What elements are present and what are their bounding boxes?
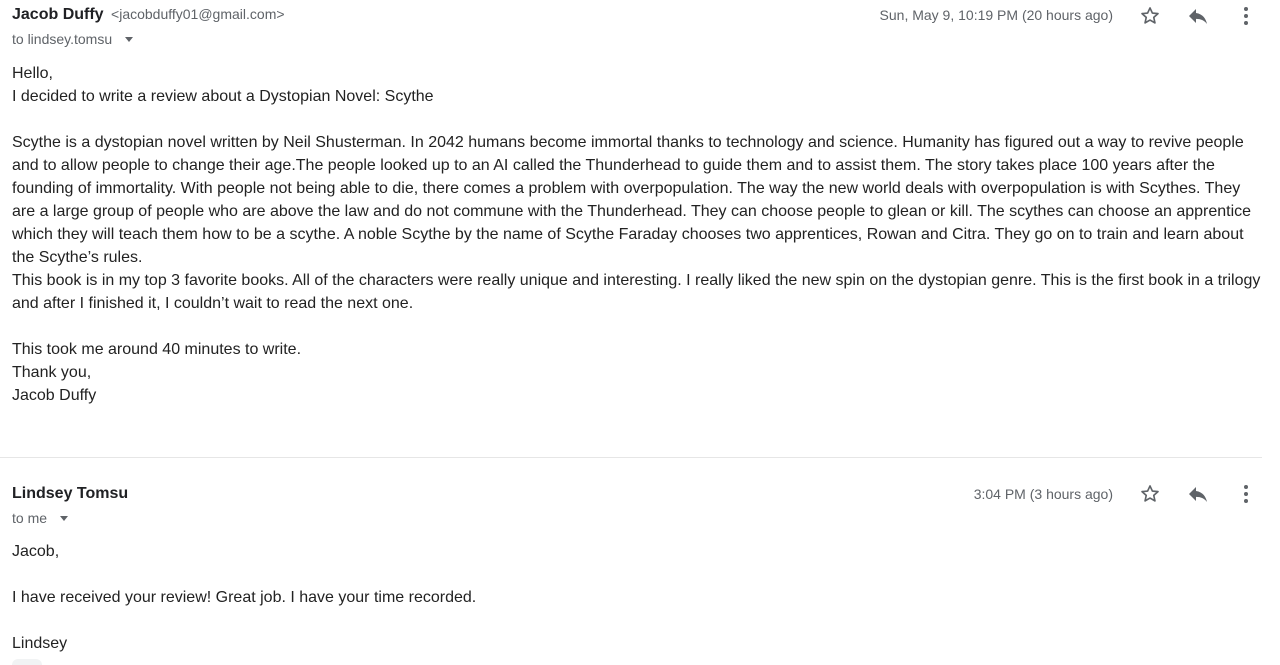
recipient-label: to me xyxy=(12,510,48,526)
message-date: Sun, May 9, 10:19 PM (20 hours ago) xyxy=(879,7,1113,23)
body-paragraph: This book is in my top 3 favorite books.… xyxy=(12,272,1261,312)
recipient-details-toggle[interactable]: to me xyxy=(12,510,68,526)
more-options-button[interactable] xyxy=(1232,480,1260,508)
sender-email: <jacobduffy01@gmail.com> xyxy=(111,6,285,22)
more-vert-icon xyxy=(1244,7,1248,25)
body-line: Thank you, xyxy=(12,364,92,381)
message-date: 3:04 PM (3 hours ago) xyxy=(973,486,1113,502)
star-button[interactable] xyxy=(1136,2,1164,30)
message-lindsey-tomsu: Lindsey Tomsu to me 3:04 PM (3 hours ago… xyxy=(0,480,1280,665)
sender-line: Jacob Duffy <jacobduffy01@gmail.com> xyxy=(12,6,285,24)
show-trimmed-content-button[interactable] xyxy=(12,659,42,665)
message-body: Jacob, I have received your review! Grea… xyxy=(12,540,1267,655)
body-line: Jacob, xyxy=(12,543,60,560)
message-jacob-duffy: Jacob Duffy <jacobduffy01@gmail.com> to … xyxy=(0,0,1280,458)
sender-name[interactable]: Jacob Duffy xyxy=(12,6,104,23)
body-line: This took me around 40 minutes to write. xyxy=(12,341,302,358)
signature: Lindsey xyxy=(12,635,68,652)
message-body: Hello, I decided to write a review about… xyxy=(12,62,1267,407)
more-options-button[interactable] xyxy=(1232,2,1260,30)
more-vert-icon xyxy=(1244,485,1248,503)
star-icon xyxy=(1141,7,1159,24)
sender-name[interactable]: Lindsey Tomsu xyxy=(12,485,128,502)
body-line: I decided to write a review about a Dyst… xyxy=(12,88,434,105)
body-line: I have received your review! Great job. … xyxy=(12,589,477,606)
sender-line: Lindsey Tomsu xyxy=(12,485,128,503)
reply-icon xyxy=(1189,487,1207,502)
email-thread: Jacob Duffy <jacobduffy01@gmail.com> to … xyxy=(0,0,1280,665)
recipient-label: to lindsey.tomsu xyxy=(12,31,113,47)
star-icon xyxy=(1141,485,1159,502)
caret-down-icon[interactable] xyxy=(59,516,68,521)
caret-down-icon[interactable] xyxy=(125,37,134,42)
signature: Jacob Duffy xyxy=(12,387,97,404)
body-line: Hello, xyxy=(12,65,53,82)
message-divider xyxy=(0,457,1262,458)
star-button[interactable] xyxy=(1136,480,1164,508)
reply-button[interactable] xyxy=(1184,480,1212,508)
reply-icon xyxy=(1189,9,1207,24)
recipient-details-toggle[interactable]: to lindsey.tomsu xyxy=(12,31,134,47)
reply-button[interactable] xyxy=(1184,2,1212,30)
body-paragraph: Scythe is a dystopian novel written by N… xyxy=(12,134,1252,266)
